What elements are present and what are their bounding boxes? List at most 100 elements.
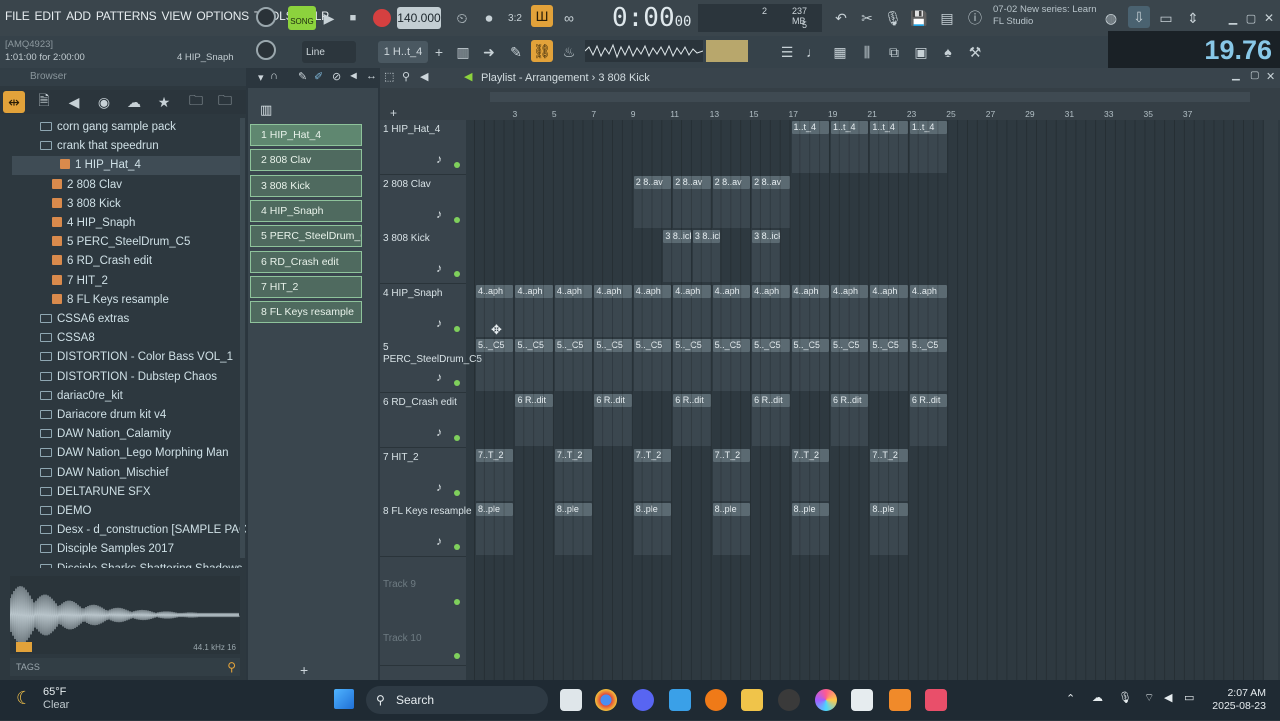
track-active-led[interactable] xyxy=(454,489,460,496)
browser-item[interactable]: CSSA6 extras xyxy=(40,310,129,329)
track-header[interactable]: 8 FL Keys resample ♪ xyxy=(380,502,472,558)
browser-item[interactable]: DISTORTION - Dubstep Chaos xyxy=(40,368,217,387)
loop-record-icon[interactable]: ∞ xyxy=(558,7,580,29)
browser-file-icon[interactable]: 🗎 xyxy=(33,91,55,113)
slip-icon[interactable]: ↔ xyxy=(366,70,377,82)
mic-icon[interactable]: 🎙 xyxy=(882,7,904,29)
track-active-led[interactable] xyxy=(454,544,460,551)
master-volume-knob[interactable] xyxy=(256,7,276,27)
browser-item[interactable]: 7 HIT_2 xyxy=(52,272,108,291)
track-note-icon[interactable]: ♪ xyxy=(436,207,442,221)
master-pitch-knob[interactable] xyxy=(256,40,276,60)
track-active-led[interactable] xyxy=(454,271,460,278)
discord-icon[interactable] xyxy=(632,689,654,711)
mute-icon[interactable]: ◄ xyxy=(348,70,359,82)
track-header[interactable]: Track 9 xyxy=(380,556,466,612)
browser-item[interactable]: Dariacore drum kit v4 xyxy=(40,406,166,425)
tray-chevron-icon[interactable]: ⌃ xyxy=(1066,692,1075,705)
track-header[interactable]: 5 PERC_SteelDrum_C5 ♪ xyxy=(380,338,482,394)
channel-button[interactable]: 2 808 Clav xyxy=(250,149,362,172)
channel-button[interactable]: 1 HIP_Hat_4 xyxy=(250,124,362,146)
channel-rack-icon[interactable]: ▦ xyxy=(829,41,851,63)
browser-item[interactable]: 1 HIP_Hat_4 xyxy=(12,156,240,176)
song-mode-toggle[interactable]: SONG xyxy=(288,6,316,30)
select-icon[interactable]: ⬚ xyxy=(384,70,394,83)
paint-app-icon[interactable] xyxy=(815,689,837,711)
menu-item[interactable]: VIEW xyxy=(161,9,191,23)
browser-item[interactable]: corn gang sample pack xyxy=(40,118,176,137)
browser-item[interactable]: crank that speedrun xyxy=(40,137,159,156)
track-active-led[interactable] xyxy=(454,435,460,441)
tempo-display[interactable]: 140.000 xyxy=(397,7,441,29)
search-app-icon[interactable] xyxy=(705,689,727,711)
browser-item[interactable]: Disciple Sharks Shattering Shadows Pack xyxy=(40,560,246,568)
save-icon[interactable]: 💾 xyxy=(908,7,930,29)
browser-star-icon[interactable]: ★ xyxy=(153,91,175,113)
browser-item[interactable]: 8 FL Keys resample xyxy=(52,291,169,310)
stamp-icon[interactable]: ♨ xyxy=(558,41,580,63)
track-header[interactable]: 1 HIP_Hat_4 ♪ xyxy=(380,120,466,175)
volume-icon[interactable]: ◀ xyxy=(1164,691,1172,704)
browser-item[interactable]: DELTARUNE SFX xyxy=(40,483,151,502)
browser-all-icon[interactable]: ⇹ xyxy=(3,91,25,113)
add-track-icon[interactable]: + xyxy=(390,106,397,120)
play-icon[interactable]: ▶ xyxy=(318,7,340,29)
browser-folder-icon[interactable]: 🗀 xyxy=(185,91,207,113)
layout-icon[interactable]: ▭ xyxy=(1155,7,1177,29)
render-icon[interactable]: ▤ xyxy=(936,7,958,29)
time-display[interactable]: 0:0000 xyxy=(612,3,691,33)
piano-roll-mini-icon[interactable]: ▥ xyxy=(260,102,272,118)
track-header[interactable]: 6 RD_Crash edit ♪ xyxy=(380,393,466,448)
track-header[interactable]: 7 HIT_2 ♪ xyxy=(380,447,466,503)
playlist-close-icon[interactable]: ✕ xyxy=(1266,70,1275,83)
weather-widget[interactable]: 65°F Clear xyxy=(43,686,69,712)
browser-item[interactable]: CSSA8 xyxy=(40,329,95,348)
track-active-led[interactable] xyxy=(454,653,460,660)
playlist-max-icon[interactable]: ▢ xyxy=(1250,70,1259,81)
pencil-tool-icon[interactable]: ✎ xyxy=(505,41,527,63)
track-note-icon[interactable]: ♪ xyxy=(436,534,442,548)
file-explorer-icon[interactable] xyxy=(741,689,763,711)
chrome-icon[interactable] xyxy=(595,689,617,711)
clock[interactable]: 2:07 AM 2025-08-23 xyxy=(1212,687,1266,713)
track-active-led[interactable] xyxy=(454,380,460,387)
browser-scrollbar[interactable] xyxy=(240,118,245,558)
channel-button[interactable]: 7 HIT_2 xyxy=(250,275,362,298)
close-icon[interactable]: ✕ xyxy=(1258,7,1280,29)
onedrive-icon[interactable]: ☁ xyxy=(1092,691,1103,704)
mixer-slider-icon[interactable]: ⇕ xyxy=(1182,7,1204,29)
start-button[interactable] xyxy=(334,689,354,709)
track-note-icon[interactable]: ♪ xyxy=(436,316,442,330)
menu-item[interactable]: ADD xyxy=(66,9,91,23)
track-note-icon[interactable]: ♪ xyxy=(436,152,442,166)
browser-icon[interactable]: ▣ xyxy=(910,41,932,63)
menu-item[interactable]: PATTERNS xyxy=(96,9,157,23)
plugin-icon[interactable]: ♠ xyxy=(937,41,959,63)
obs-icon[interactable] xyxy=(778,689,800,711)
tag-search-icon[interactable]: ⚲ xyxy=(227,658,236,676)
pencil-icon[interactable]: ✎ xyxy=(298,70,307,83)
browser-plugin-icon[interactable]: ◉ xyxy=(93,91,115,113)
news-panel[interactable]: 07-02 New series: Learn FL Studio xyxy=(993,4,1097,28)
playlist-menu-icon[interactable]: ▾ xyxy=(258,71,264,84)
track-active-led[interactable] xyxy=(454,325,460,332)
battery-icon[interactable]: ▭ xyxy=(1184,691,1194,704)
wait-record-icon[interactable]: ⏺ xyxy=(478,7,500,29)
menu-item[interactable]: EDIT xyxy=(35,9,62,23)
pattern-select[interactable]: 1 H..t_4 xyxy=(378,41,428,63)
track-active-led[interactable] xyxy=(454,162,460,168)
globe-icon[interactable]: ◍ xyxy=(1100,7,1122,29)
arrow-right-icon[interactable]: ➜ xyxy=(478,41,500,63)
browser-item[interactable]: DAW Nation_Mischief xyxy=(40,464,168,483)
fl-studio-taskbar-icon[interactable] xyxy=(889,689,911,711)
browser-cloud-icon[interactable]: ☁ xyxy=(123,91,145,113)
metronome-icon[interactable]: ⏲ xyxy=(451,7,473,29)
search-box[interactable]: ⚲ Search xyxy=(366,686,548,714)
browser-item[interactable]: Desx - d_construction [SAMPLE PACK] xyxy=(40,521,246,540)
channel-button[interactable]: 3 808 Kick xyxy=(250,174,362,197)
track-header[interactable]: 2 808 Clav ♪ xyxy=(380,174,466,230)
download-icon[interactable]: ⇩ xyxy=(1128,6,1150,28)
delete-icon[interactable]: ⊘ xyxy=(332,70,341,83)
track-header[interactable]: Track 10 xyxy=(380,611,466,667)
browser-item[interactable]: DISTORTION - Color Bass VOL_1 xyxy=(40,348,233,367)
